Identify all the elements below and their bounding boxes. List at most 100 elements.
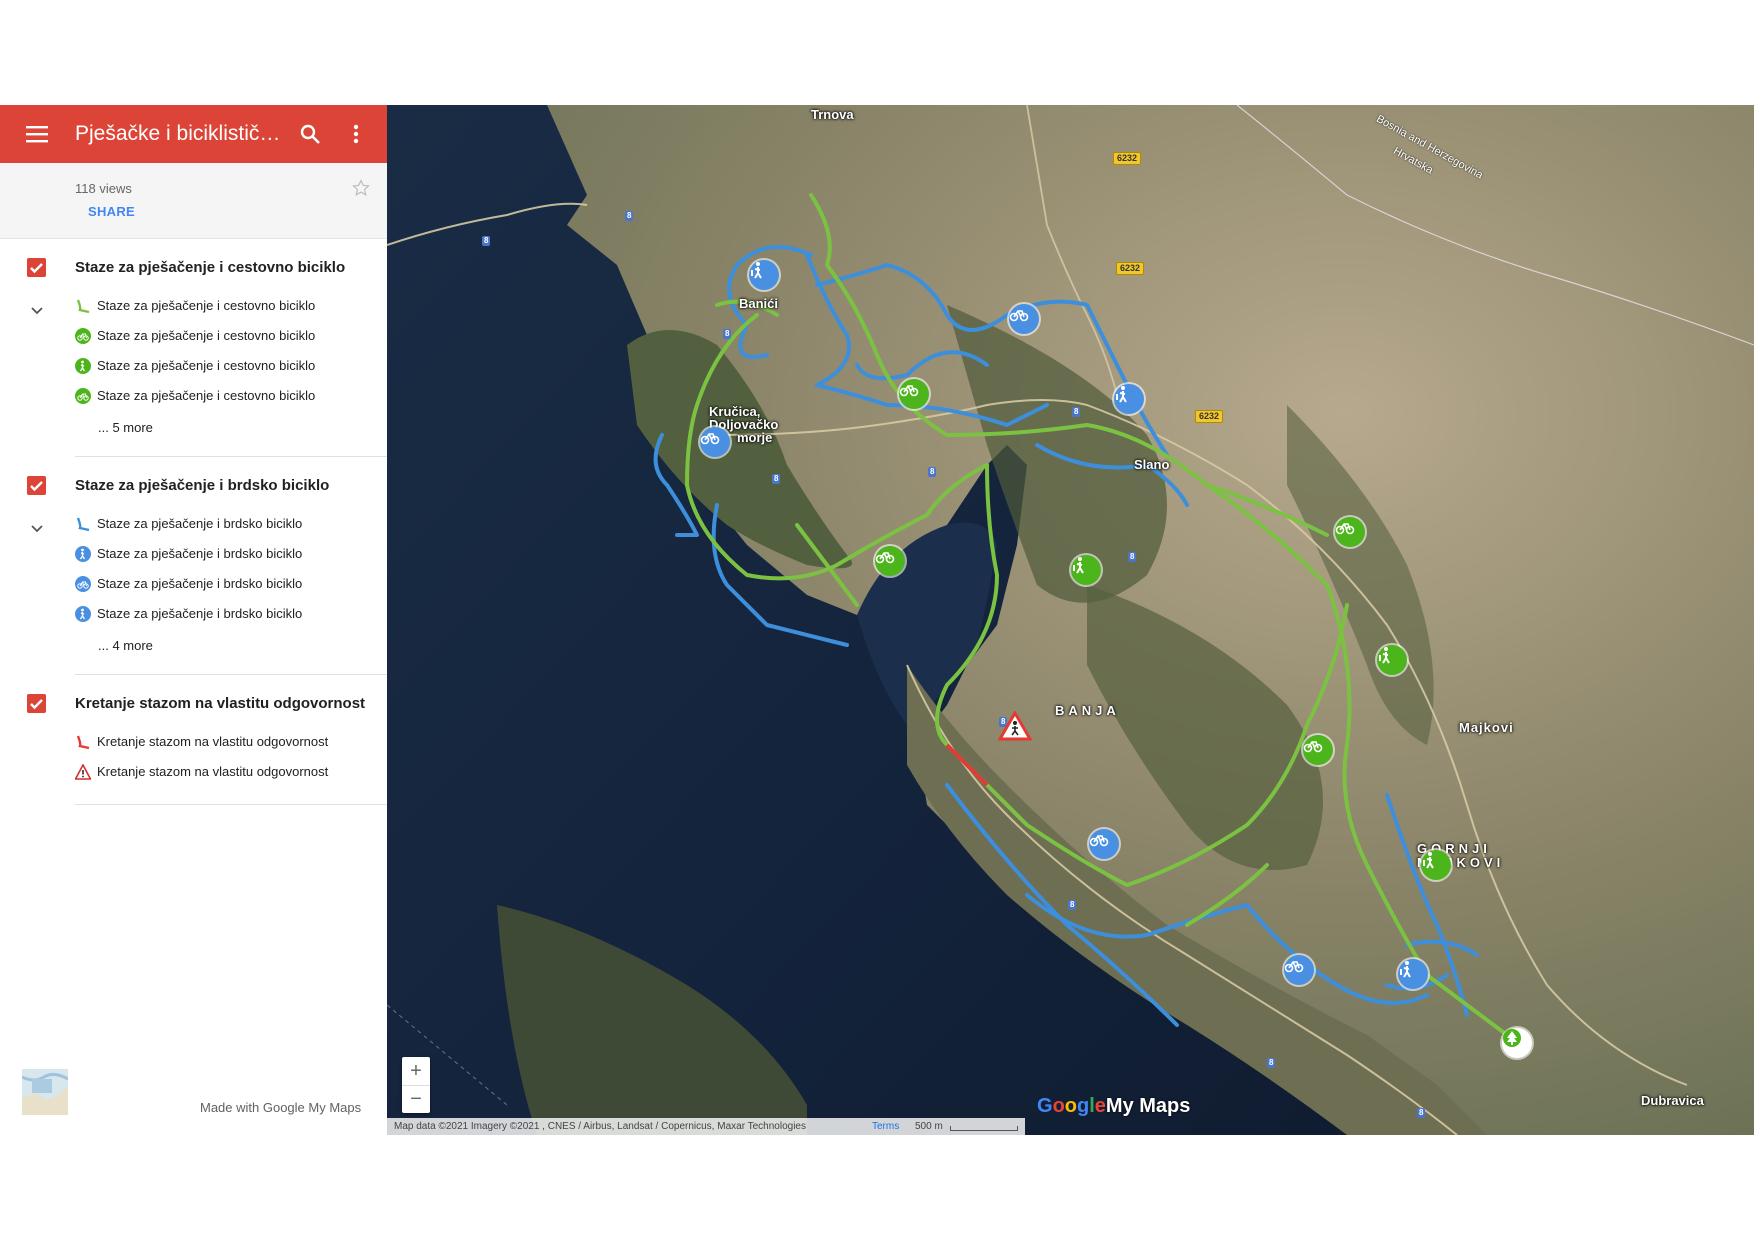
share-button[interactable]: SHARE [88,204,135,219]
place-label-slano: Slano [1134,457,1170,472]
route-shield: 8 [928,467,937,477]
star-icon[interactable] [352,179,370,197]
views-count: 118 views [75,181,132,196]
blue-line-icon [76,517,90,532]
bike-marker[interactable] [875,546,905,576]
sidebar: Pješačke i biciklističke ... 118 views S… [0,105,387,1135]
bike-marker[interactable] [1009,304,1039,334]
chevron-down-icon[interactable] [30,524,44,534]
basemap-thumbnail[interactable] [22,1069,68,1115]
legend-item[interactable]: Kretanje stazom na vlastitu odgovornost [75,762,375,784]
zoom-control: + − [402,1057,430,1113]
route-shield: 8 [625,211,634,221]
green-bike-icon [75,388,91,404]
route-shield: 8 [1417,1108,1426,1118]
green-bike-icon [75,328,91,344]
route-shield: 8 [723,329,732,339]
layer-title[interactable]: Kretanje stazom na vlastitu odgovornost [75,695,365,712]
legend-label: Staze za pješačenje i cestovno biciklo [97,298,316,313]
sidebar-header: Pješačke i biciklističke ... [0,105,387,163]
bike-marker[interactable] [1335,517,1365,547]
legend-item[interactable]: Staze za pješačenje i cestovno biciklo [75,326,375,348]
made-with-label[interactable]: Made with Google My Maps [200,1100,361,1115]
layer-own-risk: Kretanje stazom na vlastitu odgovornost … [0,674,387,809]
legend-label: Staze za pješačenje i brdsko biciklo [97,546,303,561]
show-more-link[interactable]: ... 5 more [98,420,153,435]
trailhead-marker[interactable] [1502,1028,1532,1058]
hiker-marker[interactable] [1398,959,1428,989]
legend-item[interactable]: Staze za pješačenje i brdsko biciklo [75,574,375,596]
legend-label: Staze za pješačenje i cestovno biciklo [97,328,316,343]
bike-icon [700,433,720,445]
blue-hiker-icon [75,606,91,622]
satellite-imagery [387,105,1754,1135]
red-line-icon [76,735,90,750]
hiker-icon [1073,557,1084,574]
more-options-icon[interactable] [350,123,362,145]
layer-checkbox[interactable] [27,258,46,277]
blue-bike-icon [75,576,91,592]
hiker-marker[interactable] [1114,384,1144,414]
map-meta: 118 views SHARE [0,163,387,239]
legend-item[interactable]: Staze za pješačenje i cestovno biciklo [75,296,375,318]
legend-label: Staze za pješačenje i brdsko biciklo [97,576,303,591]
bike-marker[interactable] [899,379,929,409]
hiker-marker[interactable] [1071,555,1101,585]
bike-marker[interactable] [1303,735,1333,765]
bike-marker[interactable] [1284,955,1314,985]
legend-item[interactable]: Staze za pješačenje i brdsko biciklo [75,604,375,626]
hiker-marker[interactable] [1377,645,1407,675]
zoom-out-button[interactable]: − [402,1085,430,1113]
legend-item[interactable]: Staze za pješačenje i cestovno biciklo [75,356,375,378]
layer-road-bike: Staze za pješačenje i cestovno biciklo S… [0,238,387,456]
hiker-icon [1379,647,1390,664]
place-label-dubravica: Dubravica [1641,1093,1704,1108]
legend-item[interactable]: Kretanje stazom na vlastitu odgovornost [75,732,375,754]
route-shield: 8 [1267,1058,1276,1068]
road-shield: 6232 [1195,410,1224,423]
layer-checkbox[interactable] [27,694,46,713]
scale-bar [950,1126,1018,1131]
map-canvas[interactable]: Trnova Banići Kručica, Doljovačko morje … [387,105,1754,1135]
hamburger-menu-icon[interactable] [26,124,48,144]
place-label-trnova: Trnova [811,107,854,122]
layer-checkbox[interactable] [27,476,46,495]
map-title[interactable]: Pješačke i biciklističke ... [75,120,285,148]
legend-label: Kretanje stazom na vlastitu odgovornost [97,734,329,749]
legend-label: Kretanje stazom na vlastitu odgovornost [97,764,329,779]
legend-label: Staze za pješačenje i brdsko biciklo [97,606,303,621]
bike-icon [1303,741,1323,753]
layer-mountain-bike: Staze za pješačenje i brdsko biciklo Sta… [0,456,387,674]
attribution-text: Map data ©2021 Imagery ©2021 , CNES / Ai… [394,1121,806,1132]
hiker-marker[interactable] [749,260,779,290]
tree-icon [1503,1029,1521,1047]
legend-item[interactable]: Staze za pješačenje i brdsko biciklo [75,544,375,566]
bike-marker[interactable] [700,427,730,457]
bike-icon [1284,961,1304,973]
warning-triangle-icon[interactable] [998,711,1032,741]
legend-label: Staze za pješačenje i cestovno biciklo [97,388,316,403]
green-line-icon [76,299,90,314]
terms-link[interactable]: Terms [872,1118,899,1135]
bike-icon [1335,523,1355,535]
bike-marker[interactable] [1089,829,1119,859]
layer-title[interactable]: Staze za pješačenje i brdsko biciklo [75,477,329,494]
legend-item[interactable]: Staze za pješačenje i cestovno biciklo [75,386,375,408]
route-shield: 8 [482,236,491,246]
hiker-icon [751,262,762,279]
layer-title[interactable]: Staze za pješačenje i cestovno biciklo [75,259,345,276]
blue-hiker-icon [75,546,91,562]
hiker-marker[interactable] [1421,850,1451,880]
legend-label: Staze za pješačenje i brdsko biciklo [97,516,303,531]
chevron-down-icon[interactable] [30,306,44,316]
route-shield: 8 [1072,407,1081,417]
place-label-banici: Banići [739,296,779,311]
search-icon[interactable] [299,123,321,145]
legend-item[interactable]: Staze za pješačenje i brdsko biciklo [75,514,375,536]
hiker-icon [1116,386,1127,403]
show-more-link[interactable]: ... 4 more [98,638,153,653]
warning-triangle-icon [75,764,91,780]
place-label-majkovi: Majkovi [1459,720,1514,735]
hiker-icon [1400,961,1411,978]
zoom-in-button[interactable]: + [402,1057,430,1086]
